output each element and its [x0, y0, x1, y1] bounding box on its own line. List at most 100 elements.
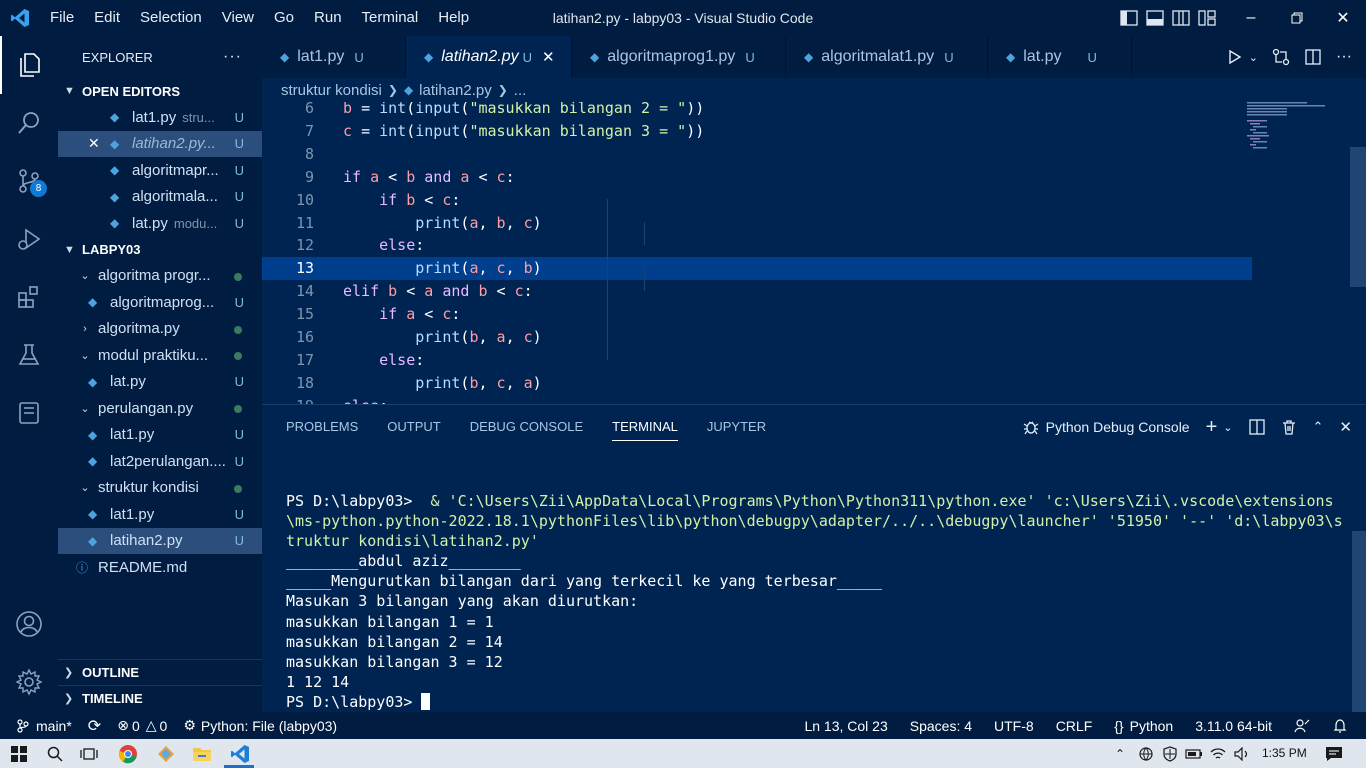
wifi-icon[interactable] — [1208, 739, 1228, 768]
workspace-section[interactable]: ▼ LABPY03 — [58, 237, 262, 263]
settings-gear-icon[interactable] — [0, 653, 58, 711]
source-control-icon[interactable]: 8 — [0, 152, 58, 210]
more-actions-icon[interactable]: ··· — [223, 48, 242, 66]
folder-item[interactable]: ⌄ perulangan.py — [58, 395, 262, 422]
trash-icon[interactable] — [1281, 419, 1297, 435]
file-encoding[interactable]: UTF-8 — [986, 712, 1048, 739]
close-editor-icon[interactable]: ✕ — [88, 135, 100, 152]
split-terminal-icon[interactable] — [1248, 419, 1265, 435]
taskbar-clock[interactable]: 1:35 PM — [1262, 739, 1307, 768]
breadcrumb-file[interactable]: latihan2.py — [419, 82, 492, 99]
menu-edit[interactable]: Edit — [84, 0, 130, 36]
app-icon[interactable] — [154, 739, 178, 768]
vscode-taskbar-icon[interactable] — [228, 739, 252, 768]
code-line[interactable]: 15 if a < c: — [262, 303, 1252, 326]
new-terminal-icon[interactable]: + — [1206, 416, 1218, 439]
run-debug-icon[interactable] — [0, 210, 58, 268]
tab-latihan2[interactable]: ◆ latihan2.py U ✕ — [406, 36, 572, 78]
end-of-line[interactable]: CRLF — [1048, 712, 1107, 739]
run-python-file-icon[interactable] — [1227, 49, 1243, 65]
minimap[interactable] — [1247, 102, 1337, 162]
timeline-section[interactable]: ❯ TIMELINE — [58, 685, 262, 711]
breadcrumb-folder[interactable]: struktur kondisi — [281, 82, 382, 99]
remote-explorer-icon[interactable] — [0, 384, 58, 442]
extensions-icon[interactable] — [0, 268, 58, 326]
tab-algoritmalat1[interactable]: ◆ algoritmalat1.py U — [786, 36, 988, 78]
compare-changes-icon[interactable] — [1272, 48, 1290, 66]
search-icon[interactable] — [0, 94, 58, 152]
close-panel-icon[interactable]: ✕ — [1339, 418, 1352, 436]
file-item[interactable]: ◆ lat.py U — [58, 369, 262, 396]
terminal-scrollbar[interactable] — [1352, 531, 1366, 713]
close-window-icon[interactable]: ✕ — [1320, 0, 1366, 36]
file-item[interactable]: ◆ lat1.py U — [58, 422, 262, 449]
close-tab-icon[interactable]: ✕ — [542, 48, 555, 66]
battery-icon[interactable] — [1184, 739, 1204, 768]
menu-terminal[interactable]: Terminal — [352, 0, 429, 36]
network-tray-icon[interactable] — [1136, 739, 1156, 768]
minimize-icon[interactable]: – — [1228, 0, 1274, 36]
menu-selection[interactable]: Selection — [130, 0, 212, 36]
indentation[interactable]: Spaces: 4 — [902, 712, 986, 739]
tab-problems[interactable]: PROBLEMS — [286, 405, 358, 449]
tab-terminal[interactable]: TERMINAL — [612, 405, 678, 449]
chrome-icon[interactable] — [116, 739, 140, 768]
toggle-panel-icon[interactable] — [1146, 10, 1164, 26]
folder-item[interactable]: ⌄ algoritma progr... — [58, 263, 262, 290]
folder-item[interactable]: ⌄ modul praktiku... — [58, 342, 262, 369]
cursor-position[interactable]: Ln 13, Col 23 — [796, 712, 901, 739]
file-item[interactable]: ⓘ README.md — [58, 554, 262, 581]
code-line[interactable]: 10 if b < c: — [262, 189, 1252, 212]
code-editor[interactable]: 6 b = int(input("masukkan bilangan 2 = ")… — [262, 102, 1366, 404]
tab-output[interactable]: OUTPUT — [387, 405, 440, 449]
menu-go[interactable]: Go — [264, 0, 304, 36]
toggle-secondary-sidebar-icon[interactable] — [1172, 10, 1190, 26]
tab-jupyter[interactable]: JUPYTER — [707, 405, 766, 449]
windows-start-icon[interactable] — [8, 739, 30, 768]
folder-item[interactable]: ⌄ struktur kondisi — [58, 475, 262, 502]
customize-layout-icon[interactable] — [1198, 10, 1216, 26]
account-icon[interactable] — [0, 595, 58, 653]
code-line[interactable]: 19 else: — [262, 395, 1252, 404]
sync-icon[interactable]: ⟳ — [80, 712, 109, 739]
code-line[interactable]: 7 c = int(input("masukkan bilangan 3 = ")… — [262, 120, 1252, 143]
toggle-sidebar-icon[interactable] — [1120, 10, 1138, 26]
chevron-down-icon[interactable]: ⌄ — [1249, 51, 1258, 64]
explorer-icon[interactable] — [0, 36, 58, 94]
notifications-bell-icon[interactable] — [1324, 712, 1366, 739]
editor-scrollbar[interactable] — [1350, 147, 1366, 287]
code-line[interactable]: 17 else: — [262, 349, 1252, 372]
tab-lat1[interactable]: ◆ lat1.py U — [262, 36, 406, 78]
action-center-icon[interactable] — [1322, 739, 1346, 768]
code-line[interactable]: 14 elif b < a and b < c: — [262, 280, 1252, 303]
maximize-panel-icon[interactable]: ⌃ — [1313, 419, 1324, 435]
task-view-icon[interactable] — [78, 739, 100, 768]
code-line[interactable]: 11 print(a, b, c) — [262, 212, 1252, 235]
open-editor-item[interactable]: ◆ lat.py modu... U — [58, 210, 262, 237]
file-item[interactable]: ◆ lat2perulangan.... U — [58, 448, 262, 475]
code-line[interactable]: 18 print(b, c, a) — [262, 372, 1252, 395]
tab-algoritmaprog1[interactable]: ◆ algoritmaprog1.py U — [572, 36, 786, 78]
menu-view[interactable]: View — [212, 0, 264, 36]
outline-section[interactable]: ❯ OUTLINE — [58, 659, 262, 685]
more-actions-icon[interactable]: ··· — [1336, 48, 1352, 66]
terminal-output[interactable]: PS D:\labpy03> & 'C:\Users\Zii\AppData\L… — [286, 491, 1346, 712]
language-mode[interactable]: {} Python — [1106, 712, 1187, 739]
restore-icon[interactable] — [1274, 0, 1320, 36]
problems-status[interactable]: ⊗ 0 △ 0 — [109, 712, 175, 739]
debug-config[interactable]: ⚙ Python: File (labpy03) — [175, 712, 345, 739]
feedback-icon[interactable] — [1286, 712, 1324, 739]
code-line[interactable]: 12 else: — [262, 234, 1252, 257]
chevron-down-icon[interactable]: ⌄ — [1223, 421, 1232, 434]
volume-icon[interactable] — [1232, 739, 1252, 768]
open-editor-item[interactable]: ◆ algoritmala... U — [58, 184, 262, 211]
menu-run[interactable]: Run — [304, 0, 352, 36]
open-editors-section[interactable]: ▼ OPEN EDITORS — [58, 78, 262, 104]
chevron-up-icon[interactable]: ⌃ — [1112, 739, 1128, 768]
open-editor-item-active[interactable]: ✕ ◆ latihan2.py... U — [58, 130, 262, 157]
tab-lat[interactable]: ◆ lat.py U — [988, 36, 1132, 78]
git-branch[interactable]: main* — [0, 712, 80, 739]
terminal-selector[interactable]: Python Debug Console — [1022, 418, 1190, 436]
code-line[interactable]: 8 — [262, 143, 1252, 166]
code-line[interactable]: 16 print(b, a, c) — [262, 326, 1252, 349]
